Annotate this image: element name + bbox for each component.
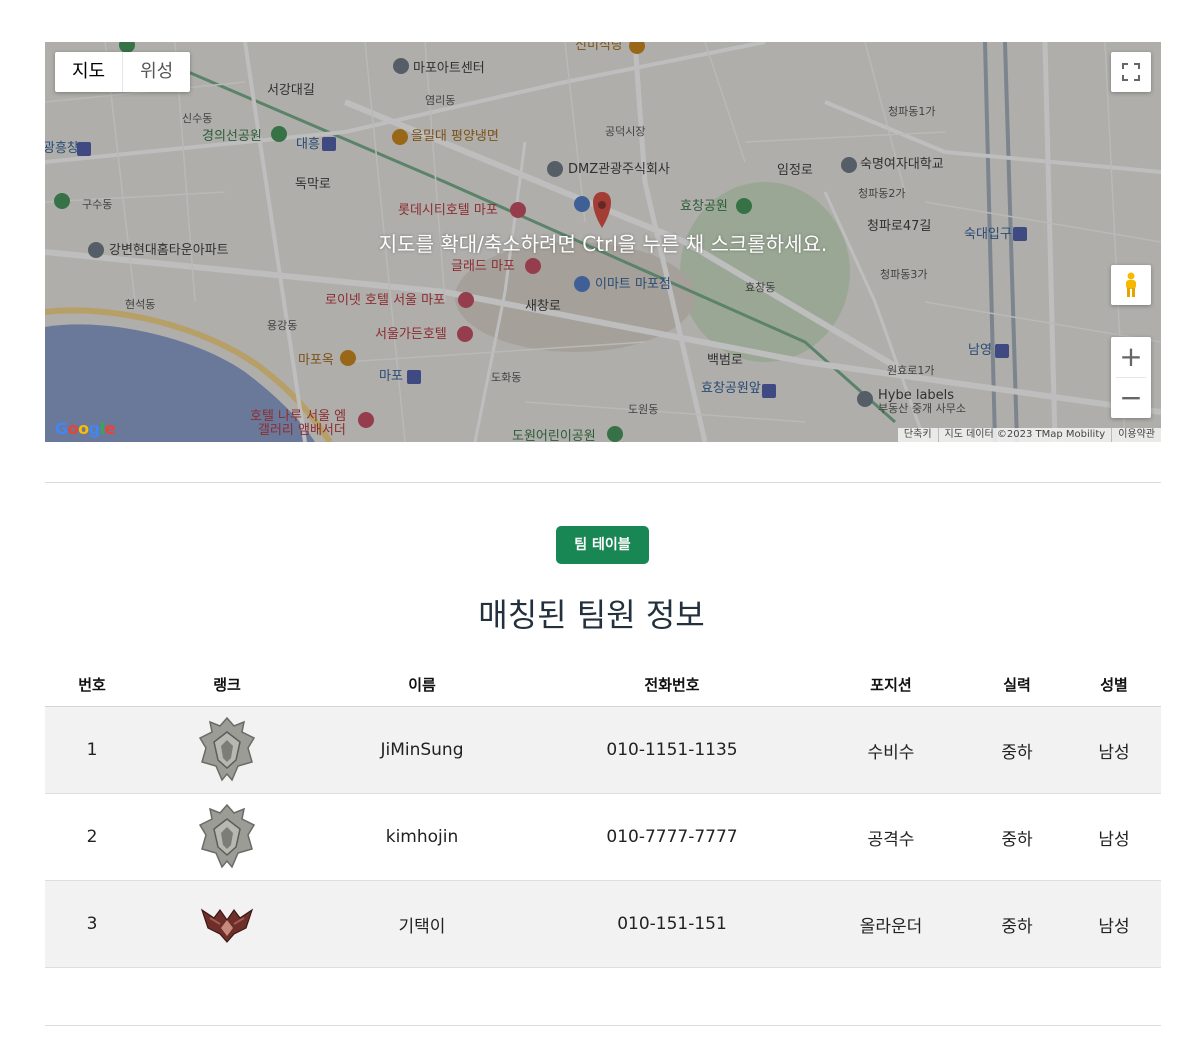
platinum-rank-icon <box>198 803 256 869</box>
cell-rank <box>139 716 315 784</box>
zoom-control: + − <box>1111 337 1151 418</box>
map-type-roadmap-button[interactable]: 지도 <box>55 52 124 92</box>
cell-position: 공격수 <box>867 829 915 850</box>
cell-rank <box>139 904 315 944</box>
map-scroll-hint: 지도를 확대/축소하려면 Ctrl을 누른 채 스크롤하세요. <box>378 232 828 256</box>
phone-link[interactable]: 010-151-151 <box>529 914 815 934</box>
street-view-pegman-button[interactable] <box>1111 265 1151 305</box>
keyboard-shortcuts-link[interactable]: 단축키 <box>898 428 938 442</box>
cell-position: 올라운더 <box>859 916 923 937</box>
bronze-rank-icon <box>200 908 254 943</box>
map-type-control: 지도 위성 <box>55 52 191 92</box>
google-logo: Google <box>55 419 115 438</box>
cell-name: JiMinSung <box>380 740 464 760</box>
section-divider <box>45 482 1161 483</box>
page-title: 매칭된 팀원 정보 <box>478 596 705 634</box>
cell-name: 기택이 <box>398 916 446 937</box>
map-type-satellite-button[interactable]: 위성 <box>123 52 190 92</box>
table-row: 1 JiMinSung 010-1151-1135 수비수 중하 남성 <box>45 707 1161 794</box>
zoom-out-button[interactable]: − <box>1111 378 1151 418</box>
cell-number: 3 <box>86 914 98 934</box>
cell-gender: 남성 <box>1098 742 1130 763</box>
header-number: 번호 <box>78 676 106 694</box>
table-header-row: 번호 랭크 이름 전화번호 포지션 실력 성별 <box>45 663 1161 707</box>
cell-number: 2 <box>86 827 98 847</box>
header-rank: 랭크 <box>213 676 241 694</box>
header-gender: 성별 <box>1100 676 1128 694</box>
header-name: 이름 <box>408 676 436 694</box>
cell-gender: 남성 <box>1098 916 1130 937</box>
cell-name: kimhojin <box>385 827 459 847</box>
team-table: 번호 랭크 이름 전화번호 포지션 실력 성별 1 JiMinSung 010-… <box>45 663 1161 968</box>
minus-icon: − <box>1119 381 1143 414</box>
header-phone: 전화번호 <box>644 676 700 694</box>
map-attribution: 단축키 지도 데이터 ©2023 TMap Mobility 이용약관 <box>897 428 1161 442</box>
cell-position: 수비수 <box>867 742 915 763</box>
phone-link[interactable]: 010-7777-7777 <box>529 827 815 847</box>
team-table-badge: 팀 테이블 <box>556 526 649 564</box>
cell-skill: 중하 <box>1001 916 1033 937</box>
cell-number: 1 <box>86 740 98 760</box>
table-row: 3 기택이 010-151-151 올라운더 중하 남성 <box>45 881 1161 968</box>
cell-skill: 중하 <box>1001 829 1033 850</box>
cell-gender: 남성 <box>1098 829 1130 850</box>
table-row: 2 kimhojin 010-7777-7777 공격수 중하 남성 <box>45 794 1161 881</box>
cell-skill: 중하 <box>1001 742 1033 763</box>
header-position: 포지션 <box>870 676 912 694</box>
terms-link[interactable]: 이용약관 <box>1111 428 1161 442</box>
fullscreen-icon <box>1122 63 1140 81</box>
map-data-credit: 지도 데이터 ©2023 TMap Mobility <box>937 428 1112 442</box>
platinum-rank-icon <box>198 716 256 782</box>
footer-divider <box>45 1025 1161 1026</box>
phone-link[interactable]: 010-1151-1135 <box>529 740 815 760</box>
pegman-icon <box>1126 272 1136 297</box>
map-widget[interactable]: 마포아트센터 신미식당 을밀대 평양냉면 경의선공원 DMZ관광주식회사 숙명여… <box>45 42 1161 442</box>
header-skill: 실력 <box>1003 676 1031 694</box>
plus-icon: + <box>1119 340 1143 373</box>
cell-rank <box>139 803 315 871</box>
zoom-in-button[interactable]: + <box>1111 337 1151 377</box>
fullscreen-button[interactable] <box>1111 52 1151 92</box>
